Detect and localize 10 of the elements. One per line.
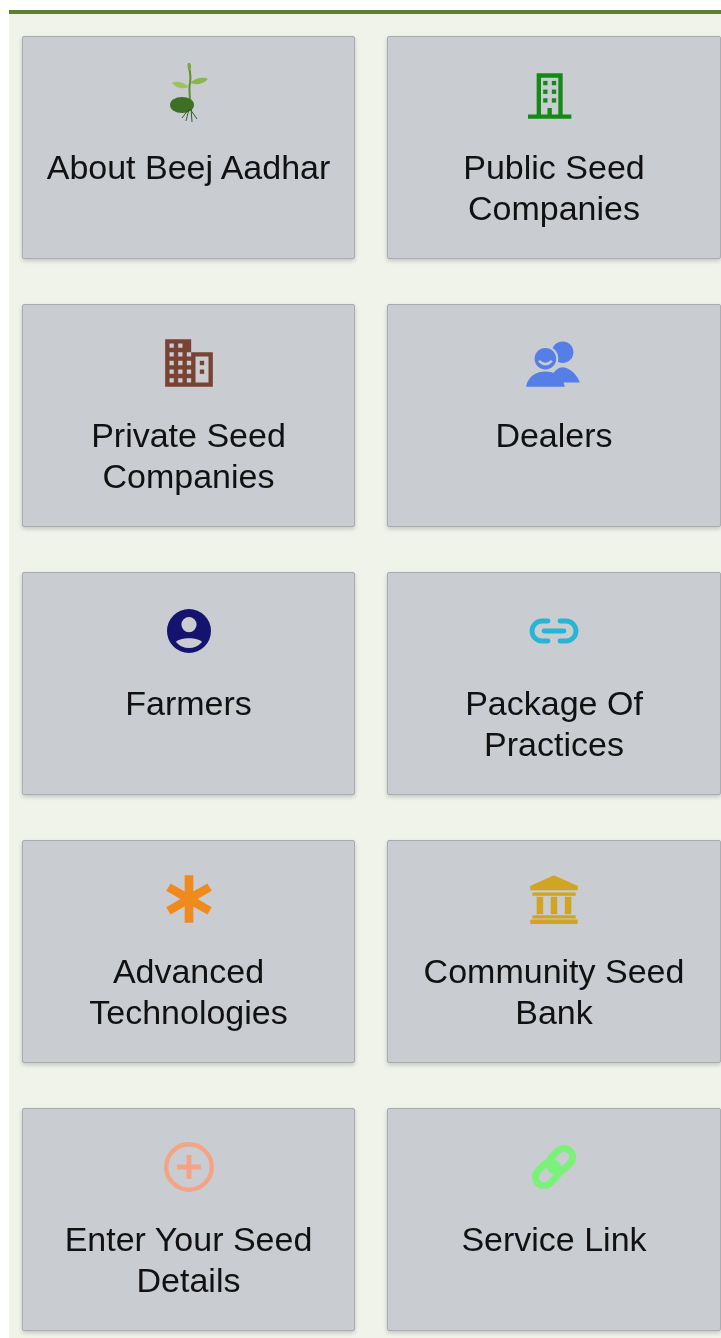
menu-tile[interactable]: Dealers xyxy=(387,304,721,527)
menu-tile[interactable]: Farmers xyxy=(22,572,355,795)
menu-tile[interactable]: Service Link xyxy=(387,1108,721,1331)
menu-tile[interactable]: Advanced Technologies xyxy=(22,840,355,1063)
menu-tile[interactable]: Private Seed Companies xyxy=(22,304,355,527)
menu-tile[interactable]: Public Seed Companies xyxy=(387,36,721,259)
menu-tile[interactable]: Enter Your Seed Details xyxy=(22,1108,355,1331)
menu-tile[interactable]: Community Seed Bank xyxy=(387,840,721,1063)
menu-tile[interactable]: Package Of Practices xyxy=(387,572,721,795)
menu-tile[interactable]: About Beej Aadhar xyxy=(22,36,355,259)
